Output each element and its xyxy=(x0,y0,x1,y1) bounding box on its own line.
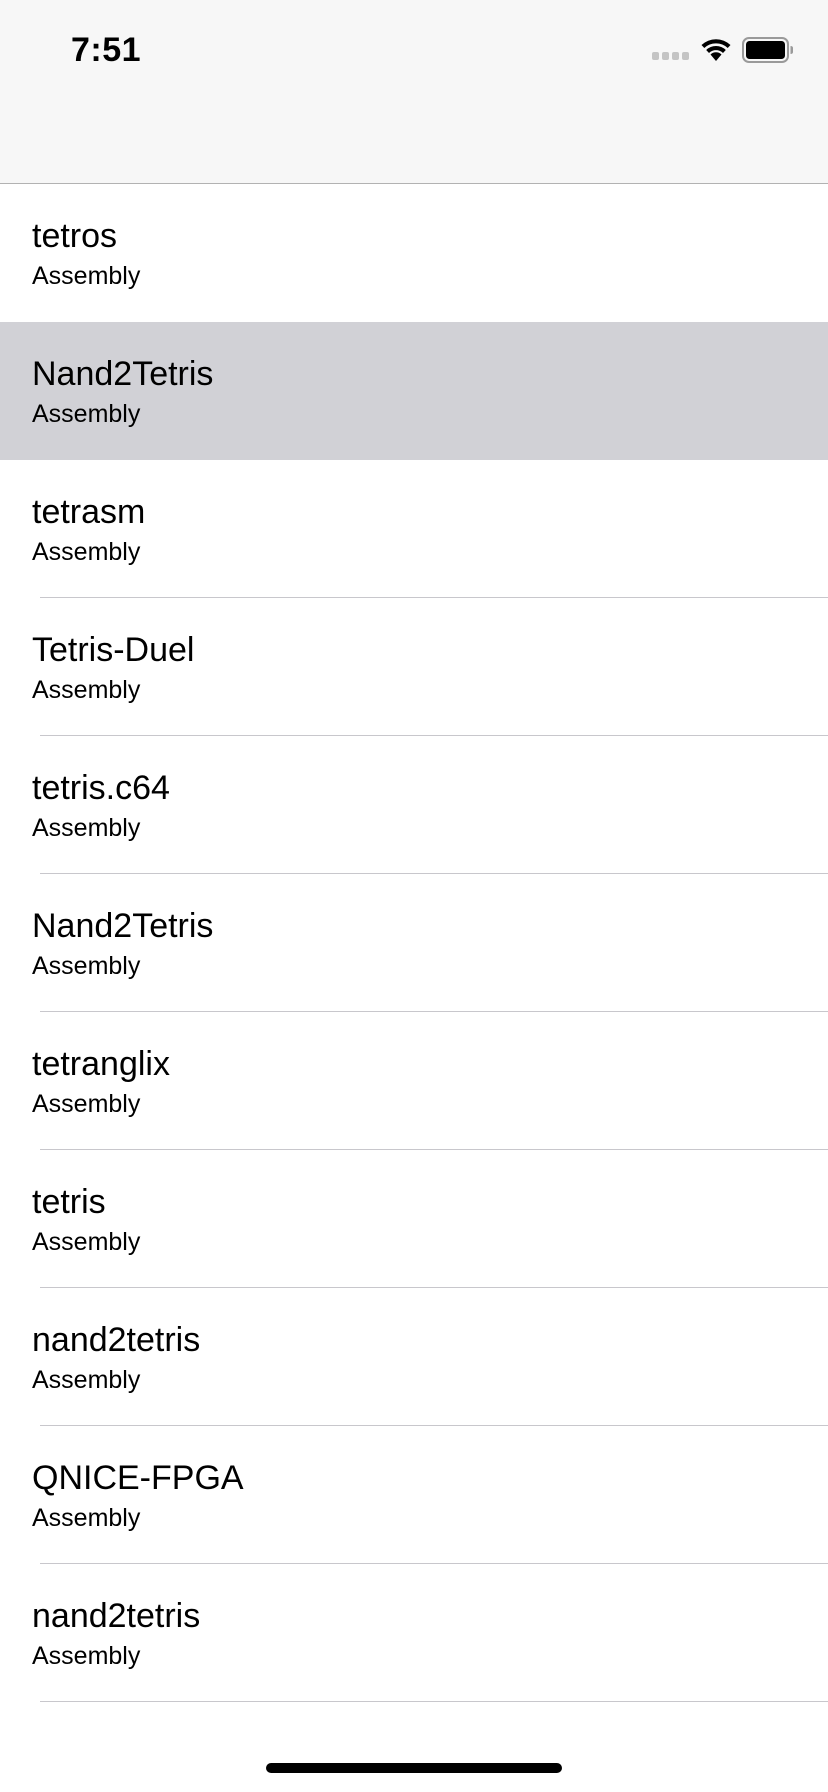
repo-language: Assembly xyxy=(32,676,141,704)
repo-name: tetris.c64 xyxy=(32,769,170,807)
repo-language: Assembly xyxy=(32,814,141,842)
row-separator xyxy=(40,1701,828,1702)
repo-name: tetris xyxy=(32,1183,106,1221)
list-item[interactable]: Tetris-Duel Assembly xyxy=(0,598,828,736)
repo-name: tetros xyxy=(32,217,118,255)
repo-language: Assembly xyxy=(32,1642,141,1670)
repo-name: Nand2Tetris xyxy=(32,355,214,393)
repo-name: nand2tetris xyxy=(32,1597,201,1635)
repo-name: Tetris-Duel xyxy=(32,631,195,669)
repo-language: Assembly xyxy=(32,400,141,428)
repo-name: tetrasm xyxy=(32,493,146,531)
repo-language: Assembly xyxy=(32,1228,141,1256)
repo-name: Nand2Tetris xyxy=(32,907,214,945)
navigation-bar: 7:51 xyxy=(0,0,828,184)
home-indicator[interactable] xyxy=(266,1763,562,1773)
battery-icon xyxy=(742,37,793,63)
list-item[interactable]: nand2tetris Assembly xyxy=(0,1288,828,1426)
list-item[interactable]: tetros Assembly xyxy=(0,184,828,322)
wifi-icon xyxy=(701,39,731,61)
repo-name: tetranglix xyxy=(32,1045,170,1083)
list-item[interactable]: Nand2Tetris Assembly xyxy=(0,874,828,1012)
repo-name: QNICE-FPGA xyxy=(32,1459,244,1497)
repo-language: Assembly xyxy=(32,1366,141,1394)
repo-language: Assembly xyxy=(32,1504,141,1532)
repo-language: Assembly xyxy=(32,952,141,980)
list-item[interactable]: tetrasm Assembly xyxy=(0,460,828,598)
list-item[interactable]: tetris.c64 Assembly xyxy=(0,736,828,874)
repo-name: nand2tetris xyxy=(32,1321,201,1359)
repo-language: Assembly xyxy=(32,262,141,290)
repository-list: tetros Assembly Nand2Tetris Assembly tetrasm… xyxy=(0,184,828,1702)
list-item[interactable]: Nand2Tetris Assembly xyxy=(0,322,828,460)
list-item[interactable]: QNICE-FPGA Assembly xyxy=(0,1426,828,1564)
list-item[interactable]: tetranglix Assembly xyxy=(0,1012,828,1150)
status-time: 7:51 xyxy=(71,31,142,69)
cellular-signal-icon xyxy=(652,52,689,60)
list-item[interactable]: tetris Assembly xyxy=(0,1150,828,1288)
repo-language: Assembly xyxy=(32,1090,141,1118)
list-item[interactable]: nand2tetris Assembly xyxy=(0,1564,828,1702)
repo-language: Assembly xyxy=(32,538,141,566)
